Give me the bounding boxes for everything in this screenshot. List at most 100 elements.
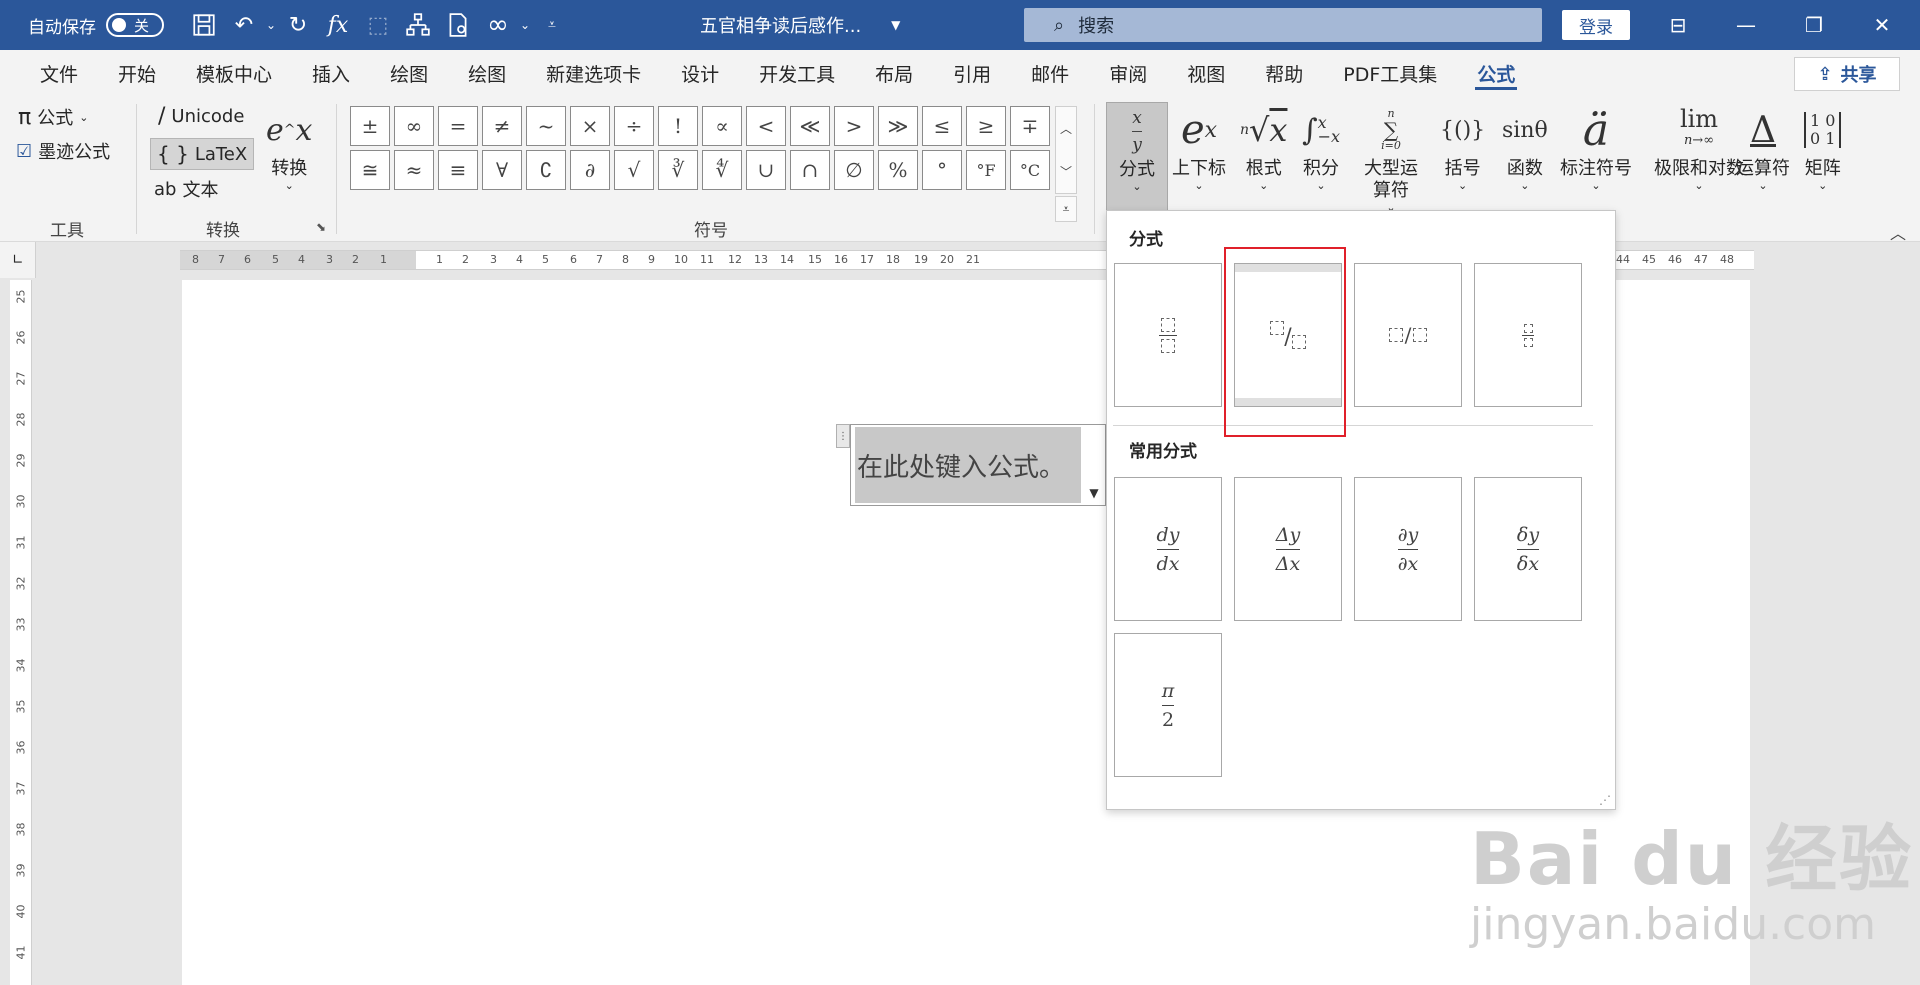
common-fraction-delta[interactable]: Δy Δx bbox=[1234, 477, 1342, 621]
convert-button[interactable]: e ^ x 转换 ⌄ bbox=[266, 102, 312, 192]
infinity-icon[interactable]: ∞ bbox=[478, 5, 518, 45]
symbol-button[interactable]: ≅ bbox=[350, 150, 390, 190]
symbol-button[interactable]: °C bbox=[1010, 150, 1050, 190]
vertical-ruler[interactable]: 25 26 27 28 29 30 31 32 33 34 35 36 37 38 39 40 41 bbox=[10, 280, 32, 985]
fraction-button[interactable]: xy 分式 ⌄ bbox=[1106, 102, 1168, 216]
symbol-button[interactable]: °F bbox=[966, 150, 1006, 190]
tab-9[interactable]: 布局 bbox=[855, 50, 933, 96]
equation-handle-icon[interactable]: ⋮ bbox=[836, 424, 850, 448]
save-icon[interactable] bbox=[184, 5, 224, 45]
symbol-button[interactable]: ≥ bbox=[966, 106, 1006, 146]
symbol-button[interactable]: ÷ bbox=[614, 106, 654, 146]
operator-button[interactable]: Δ 运算符 ⌄ bbox=[1736, 102, 1790, 192]
restore-icon[interactable]: ❐ bbox=[1784, 0, 1844, 50]
symbol-button[interactable]: > bbox=[834, 106, 874, 146]
symbol-button[interactable]: × bbox=[570, 106, 610, 146]
common-fraction-dy-dx[interactable]: dy dx bbox=[1114, 477, 1222, 621]
linear-fraction-tile[interactable]: / bbox=[1354, 263, 1462, 407]
bracket-button[interactable]: {()} 括号 ⌄ bbox=[1440, 102, 1485, 192]
login-button[interactable]: 登录 bbox=[1562, 10, 1630, 40]
org-chart-icon[interactable] bbox=[398, 5, 438, 45]
common-fraction-partial[interactable]: ∂y ∂x bbox=[1354, 477, 1462, 621]
symbol-button[interactable]: = bbox=[438, 106, 478, 146]
symbol-button[interactable]: ~ bbox=[526, 106, 566, 146]
symbol-button[interactable]: < bbox=[746, 106, 786, 146]
tab-4[interactable]: 绘图 bbox=[370, 50, 448, 96]
scroll-up-icon[interactable]: ︿ bbox=[1060, 120, 1072, 137]
equation-button[interactable]: π 公式 ⌄ bbox=[18, 104, 88, 130]
tab-14[interactable]: 帮助 bbox=[1245, 50, 1323, 96]
symbol-button[interactable]: √ bbox=[614, 150, 654, 190]
common-fraction-pi-over-2[interactable]: π2 bbox=[1114, 633, 1222, 777]
equation-placeholder[interactable]: 在此处键入公式。 bbox=[855, 427, 1081, 503]
search-input[interactable]: ⌕ 搜索 bbox=[1024, 8, 1542, 42]
symbol-button[interactable]: ∀ bbox=[482, 150, 522, 190]
tab-3[interactable]: 插入 bbox=[292, 50, 370, 96]
common-fraction-small-delta[interactable]: δy δx bbox=[1474, 477, 1582, 621]
symbol-button[interactable]: ≪ bbox=[790, 106, 830, 146]
tab-1[interactable]: 开始 bbox=[98, 50, 176, 96]
symbol-button[interactable]: ∅ bbox=[834, 150, 874, 190]
undo-icon[interactable]: ↶ bbox=[224, 5, 264, 45]
accent-button[interactable]: ä 标注符号 ⌄ bbox=[1560, 102, 1632, 192]
stacked-fraction-tile[interactable] bbox=[1114, 263, 1222, 407]
dialog-launcher-icon[interactable]: ⬊ bbox=[316, 220, 326, 234]
ribbon-display-icon[interactable]: ⊟ bbox=[1648, 0, 1708, 50]
tab-5[interactable]: 绘图 bbox=[448, 50, 526, 96]
function-button[interactable]: sinθ 函数 ⌄ bbox=[1502, 102, 1548, 192]
tab-11[interactable]: 邮件 bbox=[1011, 50, 1089, 96]
symbol-button[interactable]: ∪ bbox=[746, 150, 786, 190]
gallery-more-icon[interactable]: ⩡ bbox=[1055, 196, 1077, 222]
integral-button[interactable]: ∫ x −x 积分 ⌄ bbox=[1302, 102, 1340, 192]
document-title[interactable]: 五官相争读后感作... ▼ bbox=[700, 0, 900, 50]
collapse-ribbon-icon[interactable]: ︿ bbox=[1890, 220, 1906, 244]
limit-log-button[interactable]: lim n→∞ 极限和对数 ⌄ bbox=[1654, 102, 1744, 192]
tab-10[interactable]: 引用 bbox=[933, 50, 1011, 96]
symbol-button[interactable]: ± bbox=[350, 106, 390, 146]
close-icon[interactable]: ✕ bbox=[1852, 0, 1912, 50]
symbol-button[interactable]: ∞ bbox=[394, 106, 434, 146]
equation-box[interactable]: 在此处键入公式。 ▼ bbox=[850, 424, 1106, 506]
unicode-option[interactable]: / Unicode bbox=[158, 104, 244, 129]
select-icon[interactable]: ⬚ bbox=[358, 5, 398, 45]
script-button[interactable]: ex 上下标 ⌄ bbox=[1172, 102, 1226, 192]
fx-icon[interactable]: fx bbox=[318, 5, 358, 45]
tab-12[interactable]: 审阅 bbox=[1089, 50, 1167, 96]
radical-button[interactable]: n √ x 根式 ⌄ bbox=[1240, 102, 1287, 192]
symbol-gallery-scroll[interactable]: ︿ ﹀ bbox=[1055, 106, 1077, 194]
symbol-button[interactable]: ° bbox=[922, 150, 962, 190]
redo-icon[interactable]: ↻ bbox=[278, 5, 318, 45]
tab-8[interactable]: 开发工具 bbox=[739, 50, 855, 96]
matrix-button[interactable]: 1 00 1 矩阵 ⌄ bbox=[1804, 102, 1842, 192]
symbol-button[interactable]: ≤ bbox=[922, 106, 962, 146]
document-icon[interactable] bbox=[438, 5, 478, 45]
symbol-button[interactable]: % bbox=[878, 150, 918, 190]
scroll-down-icon[interactable]: ﹀ bbox=[1060, 163, 1072, 180]
symbol-button[interactable]: ∓ bbox=[1010, 106, 1050, 146]
tab-selector[interactable]: ∟ bbox=[0, 242, 36, 278]
share-button[interactable]: ⇪ 共享 bbox=[1794, 57, 1900, 91]
autosave-toggle[interactable]: 关 bbox=[106, 13, 164, 37]
symbol-button[interactable]: ∂ bbox=[570, 150, 610, 190]
symbol-button[interactable]: ≡ bbox=[438, 150, 478, 190]
customize-toolbar-icon[interactable]: ⩡ bbox=[532, 5, 572, 45]
symbol-button[interactable]: ∝ bbox=[702, 106, 742, 146]
equation-options-icon[interactable]: ▼ bbox=[1085, 483, 1103, 503]
text-option[interactable]: ab 文本 bbox=[154, 176, 218, 202]
symbol-button[interactable]: ∩ bbox=[790, 150, 830, 190]
symbol-button[interactable]: ∁ bbox=[526, 150, 566, 190]
tab-13[interactable]: 视图 bbox=[1167, 50, 1245, 96]
tab-7[interactable]: 设计 bbox=[661, 50, 739, 96]
tab-15[interactable]: PDF工具集 bbox=[1323, 50, 1457, 96]
symbol-button[interactable]: ∜ bbox=[702, 150, 742, 190]
ink-equation-button[interactable]: ☑ 墨迹公式 bbox=[16, 138, 110, 164]
symbol-button[interactable]: ≠ bbox=[482, 106, 522, 146]
symbol-button[interactable]: ≫ bbox=[878, 106, 918, 146]
latex-option[interactable]: { } LaTeX bbox=[150, 138, 255, 170]
tab-6[interactable]: 新建选项卡 bbox=[526, 50, 661, 96]
symbol-button[interactable]: ≈ bbox=[394, 150, 434, 190]
tab-2[interactable]: 模板中心 bbox=[176, 50, 292, 96]
chevron-down-icon[interactable]: ⌄ bbox=[264, 5, 278, 45]
chevron-down-icon[interactable]: ⌄ bbox=[518, 5, 532, 45]
minimize-icon[interactable]: — bbox=[1716, 0, 1776, 50]
